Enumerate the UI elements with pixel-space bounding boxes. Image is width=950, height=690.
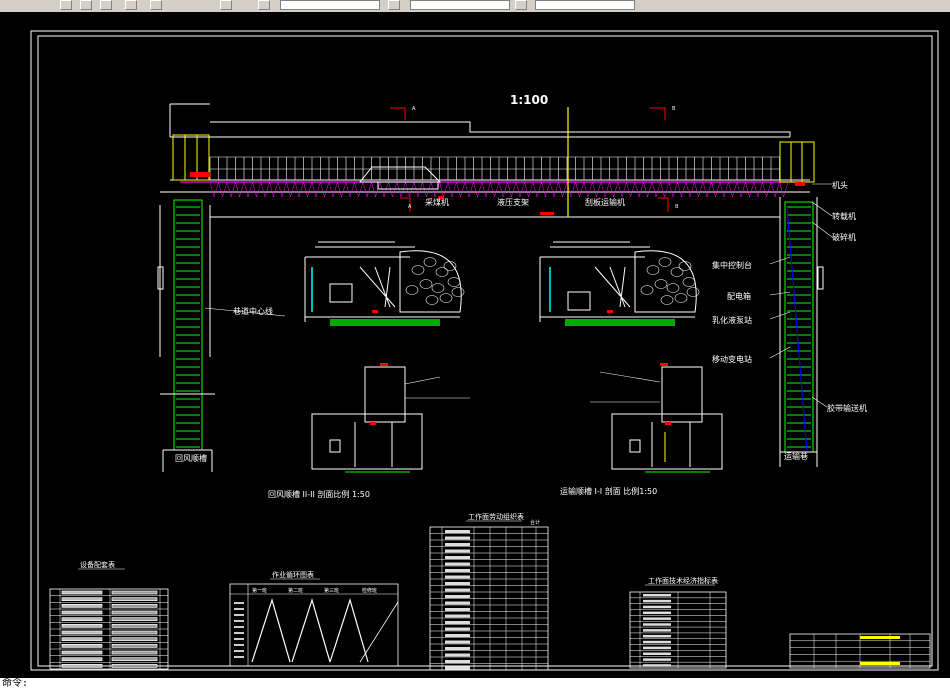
callout-belt-conveyor: 胶带输送机 — [827, 403, 867, 413]
section-mark-a-top: A — [412, 106, 416, 112]
red-markers — [190, 172, 805, 215]
callout-shearer: 采煤机 — [425, 197, 449, 207]
plotstyle-dropdown[interactable] — [535, 0, 635, 10]
face-cross-section-right — [539, 241, 697, 326]
caption-section-right: 运输顺槽 I-I 剖面 比例1:50 — [560, 486, 657, 496]
coal-rock-hatch-left — [405, 257, 465, 305]
color-icon[interactable] — [388, 0, 400, 10]
roadway-section-right — [590, 366, 723, 473]
left-roadway — [157, 199, 215, 472]
callout-hydraulic-support: 液压支架 — [497, 197, 529, 207]
callout-scraper-conveyor: 刮板运输机 — [585, 197, 625, 207]
callout-transfer-machine: 转载机 — [832, 211, 856, 221]
command-line[interactable]: 命令: — [0, 678, 950, 690]
label-haulage-roadway: 运输巷 — [784, 451, 808, 461]
title-block — [789, 633, 931, 669]
cycle-legend-shift-3: 第三班 — [324, 587, 339, 594]
right-roadway — [779, 197, 824, 467]
callout-mobile-substation: 移动变电站 — [712, 354, 752, 364]
hydraulic-support-grid — [209, 156, 789, 198]
callout-distribution-box: 配电箱 — [727, 291, 751, 301]
open-icon[interactable] — [60, 0, 72, 10]
labor-table-title: 工作面劳动组织表 — [468, 512, 524, 521]
caption-section-left: 回风顺槽 II-II 剖面比例 1:50 — [268, 489, 370, 499]
callout-control-console: 集中控制台 — [712, 260, 752, 270]
save-icon[interactable] — [80, 0, 92, 10]
work-cycle-chart — [229, 583, 399, 667]
command-prompt: 命令: — [2, 678, 29, 689]
cycle-table-title: 作业循环图表 — [272, 570, 314, 579]
tech-economic-table — [629, 591, 727, 669]
drawing-canvas[interactable]: 1:100 A B A B 采煤机 液压支架 刮板运输机 巷道中心线 回风顺槽 … — [0, 12, 950, 678]
print-icon[interactable] — [100, 0, 112, 10]
yellow-end-supports — [172, 134, 815, 183]
scale-label: 1:100 — [510, 93, 548, 107]
cut-icon[interactable] — [125, 0, 137, 10]
paint-icon[interactable] — [150, 0, 162, 10]
tech-table-title: 工作面技术经济指标表 — [648, 576, 718, 585]
layer-dropdown[interactable] — [280, 0, 380, 10]
callout-head: 机头 — [832, 180, 848, 190]
properties-icon[interactable] — [258, 0, 270, 10]
section-mark-b-bottom: B — [675, 204, 679, 210]
roadway-section-left — [311, 366, 470, 473]
face-plan-outline — [160, 103, 810, 218]
cycle-legend-maintenance: 检修班 — [362, 587, 377, 594]
lineweight-icon[interactable] — [515, 0, 527, 10]
equipment-table — [49, 588, 169, 670]
equipment-table-title: 设备配套表 — [80, 560, 115, 569]
cad-drawing: 1:100 A B A B 采煤机 液压支架 刮板运输机 巷道中心线 回风顺槽 … — [30, 30, 939, 671]
section-mark-a-bottom: A — [408, 204, 412, 210]
labor-organization-table — [429, 526, 549, 671]
label-return-roadway: 回风顺槽 — [175, 453, 207, 463]
linetype-dropdown[interactable] — [410, 0, 510, 10]
coal-rock-hatch-right — [640, 257, 700, 305]
labor-table-total-header: 合计 — [530, 519, 540, 526]
callout-emulsion-pump: 乳化液泵站 — [712, 315, 752, 325]
face-cross-section-left — [304, 241, 462, 326]
cycle-legend-shift-2: 第二班 — [288, 587, 303, 594]
callout-crusher: 破碎机 — [832, 232, 856, 242]
cycle-legend-shift-1: 第一班 — [252, 587, 267, 594]
section-mark-b-top: B — [672, 106, 676, 112]
layer-icon[interactable] — [220, 0, 232, 10]
